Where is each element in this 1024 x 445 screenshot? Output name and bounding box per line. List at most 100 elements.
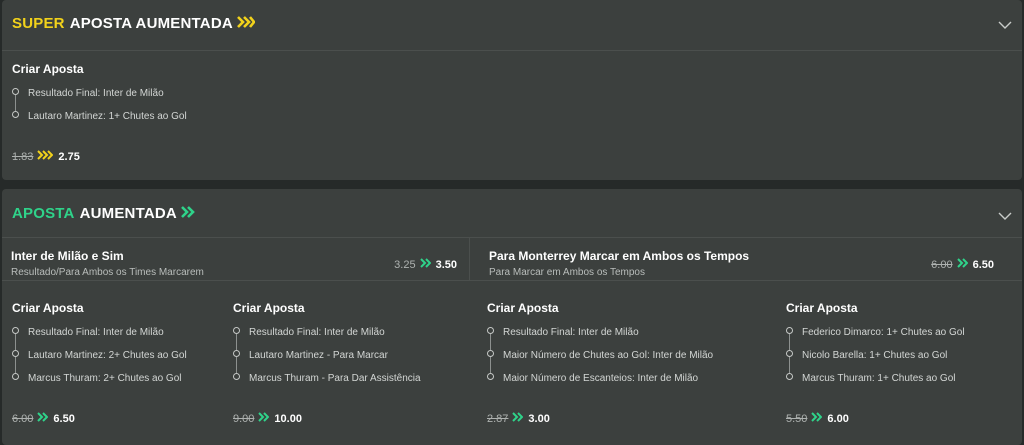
leg-dot-icon [786, 327, 793, 334]
leg-list: Resultado Final: Inter de Milão Lautaro … [233, 325, 421, 394]
top-bets-row: Inter de Milão e Sim Resultado/Para Ambo… [2, 237, 1022, 281]
leg-dot-icon [12, 88, 19, 95]
bet-option[interactable]: Inter de Milão e Sim Resultado/Para Ambo… [2, 238, 469, 280]
leg-dot-icon [12, 373, 19, 380]
leg-dot-icon [487, 373, 494, 380]
super-aposta-title: SUPER APOSTA AUMENTADA [12, 15, 256, 32]
odds-button[interactable]: 6.00 6.50 [931, 258, 994, 271]
bet-builder-card[interactable]: Criar Aposta Federico Dimarco: 1+ Chutes… [786, 301, 965, 394]
leg-label: Resultado Final: Inter de Milão [28, 88, 164, 99]
card-heading: Criar Aposta [786, 301, 858, 315]
card-heading: Criar Aposta [487, 301, 559, 315]
aposta-aumentada-title: APOSTA AUMENTADA [12, 205, 195, 222]
double-chevron-right-icon [956, 258, 968, 271]
leg-label: Marcus Thuram: 2+ Chutes ao Gol [28, 373, 182, 384]
leg-dot-icon [233, 373, 240, 380]
leg-item: Resultado Final: Inter de Milão [233, 325, 421, 350]
double-chevron-right-icon [236, 15, 256, 32]
leg-label: Maior Número de Chutes ao Gol: Inter de … [503, 350, 714, 361]
aposta-label: APOSTA [12, 205, 75, 222]
double-chevron-right-icon [37, 412, 49, 425]
leg-label: Resultado Final: Inter de Milão [28, 327, 164, 338]
bet-option[interactable]: Para Monterrey Marcar em Ambos os Tempos… [470, 238, 1022, 280]
bet-subtitle: Resultado/Para Ambos os Times Marcarem [11, 267, 204, 278]
odds-button[interactable]: 2.87 3.00 [487, 412, 550, 425]
new-odds: 3.00 [528, 412, 550, 425]
chevron-down-icon[interactable] [998, 208, 1014, 220]
leg-list: Resultado Final: Inter de Milão Lautaro … [12, 86, 187, 132]
leg-dot-icon [487, 327, 494, 334]
leg-dot-icon [487, 350, 494, 357]
leg-label: Lautaro Martinez: 1+ Chutes ao Gol [28, 111, 187, 122]
leg-dot-icon [233, 350, 240, 357]
leg-dot-icon [786, 350, 793, 357]
new-odds: 6.50 [53, 412, 75, 425]
leg-item: Resultado Final: Inter de Milão [12, 86, 187, 111]
leg-list: Resultado Final: Inter de Milão Lautaro … [12, 325, 187, 394]
leg-item: Maior Número de Escanteios: Inter de Mil… [487, 371, 713, 394]
super-label: SUPER [12, 15, 65, 32]
double-chevron-right-icon [181, 205, 195, 222]
new-odds: 2.75 [58, 150, 80, 163]
leg-dot-icon [233, 327, 240, 334]
leg-label: Nicolo Barella: 1+ Chutes ao Gol [802, 350, 948, 361]
leg-item: Lautaro Martinez - Para Marcar [233, 348, 421, 373]
leg-label: Resultado Final: Inter de Milão [503, 327, 639, 338]
leg-label: Resultado Final: Inter de Milão [249, 327, 385, 338]
card-heading: Criar Aposta [12, 301, 84, 315]
old-odds: 3.25 [394, 258, 416, 271]
old-odds: 2.87 [487, 412, 509, 425]
leg-dot-icon [12, 350, 19, 357]
old-odds: 6.00 [12, 412, 34, 425]
card-heading: Criar Aposta [12, 62, 84, 76]
odds-button[interactable]: 9.00 10.00 [233, 412, 302, 425]
odds-button[interactable]: 6.00 6.50 [12, 412, 75, 425]
double-chevron-right-icon [419, 258, 431, 271]
bet-title: Inter de Milão e Sim [11, 249, 124, 263]
bet-title: Para Monterrey Marcar em Ambos os Tempos [489, 249, 750, 263]
new-odds: 10.00 [274, 412, 302, 425]
aposta-aumentada-label: APOSTA AUMENTADA [69, 15, 233, 32]
leg-item: Marcus Thuram: 1+ Chutes ao Gol [786, 371, 965, 394]
new-odds: 6.50 [972, 258, 994, 271]
leg-list: Federico Dimarco: 1+ Chutes ao Gol Nicol… [786, 325, 965, 394]
new-odds: 3.50 [435, 258, 457, 271]
aposta-aumentada-panel: APOSTA AUMENTADA Inter de Milão e Sim Re… [2, 189, 1022, 445]
leg-item: Lautaro Martinez: 2+ Chutes ao Gol [12, 348, 187, 373]
odds-button[interactable]: 3.25 3.50 [394, 258, 457, 271]
leg-item: Marcus Thuram: 2+ Chutes ao Gol [12, 371, 187, 394]
leg-dot-icon [786, 373, 793, 380]
leg-item: Lautaro Martinez: 1+ Chutes ao Gol [12, 109, 187, 132]
leg-label: Lautaro Martinez: 2+ Chutes ao Gol [28, 350, 187, 361]
card-heading: Criar Aposta [233, 301, 305, 315]
leg-item: Resultado Final: Inter de Milão [487, 325, 713, 350]
super-bet-card[interactable]: Criar Aposta Resultado Final: Inter de M… [12, 62, 187, 132]
chevron-down-icon[interactable] [998, 17, 1014, 29]
leg-item: Resultado Final: Inter de Milão [12, 325, 187, 350]
odds-button[interactable]: 5.50 6.00 [786, 412, 849, 425]
old-odds: 1.83 [12, 150, 34, 163]
new-odds: 6.00 [827, 412, 849, 425]
bet-builder-card[interactable]: Criar Aposta Resultado Final: Inter de M… [233, 301, 421, 394]
bet-subtitle: Para Marcar em Ambos os Tempos [489, 267, 645, 278]
aposta-aumentada-header[interactable]: APOSTA AUMENTADA [2, 189, 1022, 237]
leg-item: Maior Número de Chutes ao Gol: Inter de … [487, 348, 714, 373]
leg-label: Marcus Thuram - Para Dar Assistência [249, 373, 421, 384]
leg-label: Lautaro Martinez - Para Marcar [249, 350, 388, 361]
leg-dot-icon [12, 327, 19, 334]
leg-item: Nicolo Barella: 1+ Chutes ao Gol [786, 348, 965, 373]
leg-label: Marcus Thuram: 1+ Chutes ao Gol [802, 373, 956, 384]
double-chevron-right-icon [258, 412, 270, 425]
leg-item: Marcus Thuram - Para Dar Assistência [233, 371, 421, 394]
leg-label: Maior Número de Escanteios: Inter de Mil… [503, 373, 699, 384]
old-odds: 9.00 [233, 412, 255, 425]
leg-item: Federico Dimarco: 1+ Chutes ao Gol [786, 325, 965, 350]
super-aposta-header[interactable]: SUPER APOSTA AUMENTADA [2, 0, 1022, 51]
super-odds-button[interactable]: 1.83 2.75 [12, 150, 80, 163]
leg-list: Resultado Final: Inter de Milão Maior Nú… [487, 325, 713, 394]
old-odds: 6.00 [931, 258, 953, 271]
aumentada-label: AUMENTADA [79, 205, 177, 222]
bet-builder-card[interactable]: Criar Aposta Resultado Final: Inter de M… [12, 301, 187, 394]
bet-builder-card[interactable]: Criar Aposta Resultado Final: Inter de M… [487, 301, 713, 394]
old-odds: 5.50 [786, 412, 808, 425]
